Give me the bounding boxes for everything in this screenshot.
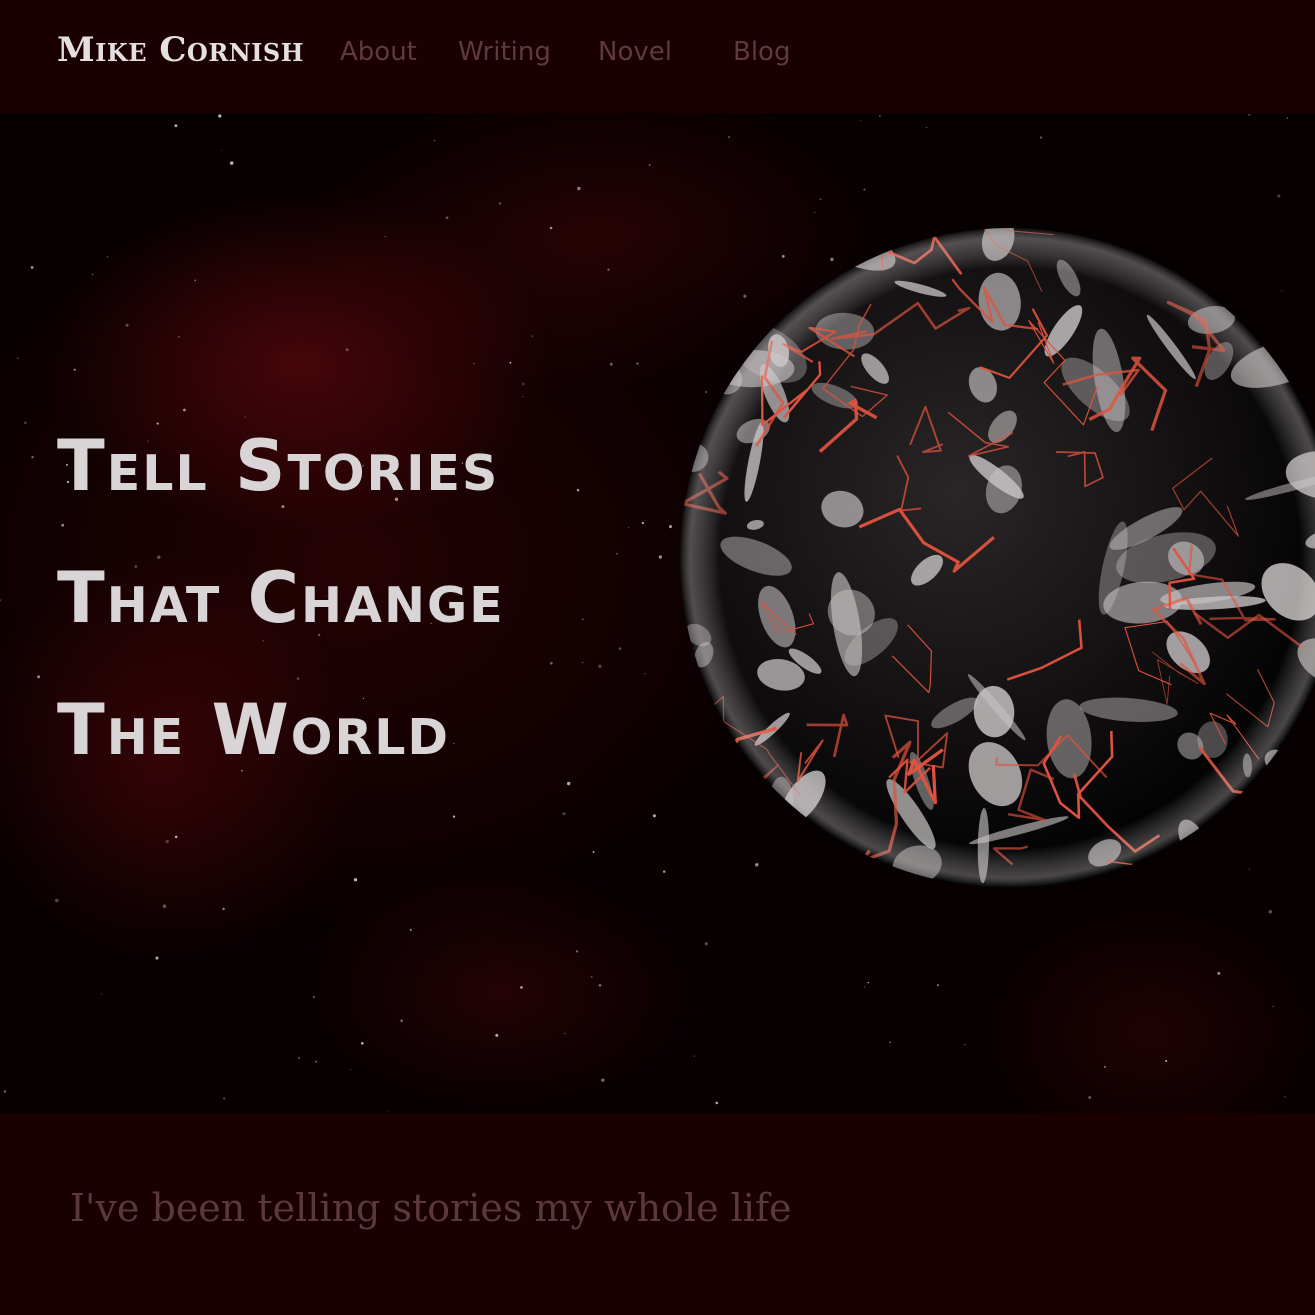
hero-title: Tell Stories That Change The World [57,400,505,796]
hero-title-line-2: That Change [57,557,505,639]
hero-banner: Tell Stories That Change The World [0,113,1315,1113]
nav-link-novel[interactable]: Novel [598,35,672,69]
intro-text: I've been telling stories my whole life [70,1186,792,1230]
site-header: Mike Cornish About Writing Novel Blog [0,0,1315,113]
cracked-planet-image [680,228,1315,888]
nav-link-writing[interactable]: Writing [458,35,551,69]
hero-title-line-3: The World [57,689,451,771]
nav-link-about[interactable]: About [340,35,417,69]
intro-section: I've been telling stories my whole life [0,1113,1315,1315]
nav-link-blog[interactable]: Blog [733,35,790,69]
brand-logo-link[interactable]: Mike Cornish [57,30,304,70]
hero-title-line-1: Tell Stories [57,425,500,507]
